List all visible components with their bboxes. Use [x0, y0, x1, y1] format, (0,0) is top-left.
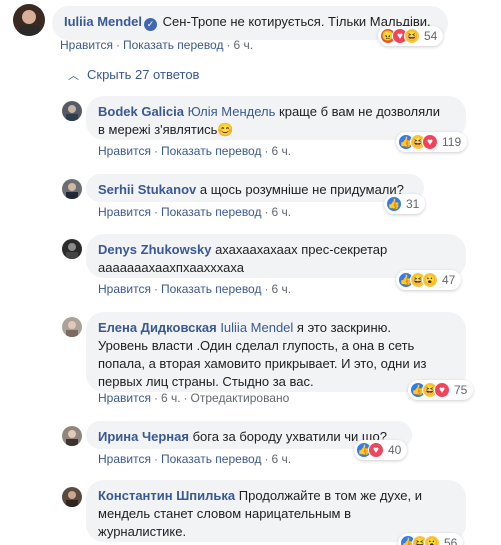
translate-link[interactable]: Показать перевод	[123, 38, 224, 52]
avatar[interactable]	[62, 239, 82, 259]
wow-reaction-icon: 😮	[422, 272, 438, 288]
like-link[interactable]: Нравится	[98, 205, 151, 219]
reaction-count: 40	[388, 443, 402, 457]
reaction-summary[interactable]: 👍 😆 ♥ 75	[408, 380, 474, 400]
reaction-summary[interactable]: 👍 😆 😮 47	[396, 270, 462, 290]
reaction-summary[interactable]: 👍 31	[384, 194, 426, 214]
reply-actions: Нравится · Показать перевод · 6 ч.	[98, 144, 292, 158]
reaction-summary[interactable]: 👍 😆 ♥ 119	[396, 132, 468, 152]
translate-link[interactable]: Показать перевод	[161, 282, 262, 296]
reaction-count: 75	[454, 383, 468, 397]
reaction-count: 47	[442, 273, 456, 287]
haha-reaction-icon: 😆	[404, 28, 420, 44]
comment-actions: Нравится · Показать перевод · 6 ч.	[60, 38, 254, 52]
comment-author[interactable]: Iuliia Mendel	[64, 14, 142, 29]
love-reaction-icon: ♥	[368, 442, 384, 458]
avatar[interactable]	[62, 179, 82, 199]
reply-bubble: Serhii Stukanov а щось розумніше не прид…	[86, 174, 424, 202]
love-reaction-icon: ♥	[422, 134, 438, 150]
reply-actions: Нравится · Показать перевод · 6 ч.	[98, 205, 292, 219]
hide-replies-link[interactable]: ︿ Скрыть 27 ответов	[68, 67, 199, 83]
reaction-count: 31	[406, 197, 420, 211]
translate-link[interactable]: Показать перевод	[161, 452, 262, 466]
reply-author[interactable]: Елена Дидковская	[98, 320, 217, 335]
like-link[interactable]: Нравится	[60, 38, 113, 52]
chevron-up-icon: ︿	[68, 70, 79, 82]
translate-link[interactable]: Показать перевод	[161, 205, 262, 219]
reaction-summary[interactable]: 👍 ♥ 40	[354, 440, 408, 460]
translate-link[interactable]: Показать перевод	[161, 144, 262, 158]
timestamp[interactable]: 6 ч.	[271, 452, 291, 466]
timestamp[interactable]: 6 ч.	[271, 144, 291, 158]
like-link[interactable]: Нравится	[98, 391, 151, 405]
like-link[interactable]: Нравится	[98, 144, 151, 158]
timestamp[interactable]: 6 ч.	[161, 391, 181, 405]
reply-author[interactable]: Bodek Galicia	[98, 104, 184, 119]
timestamp[interactable]: 6 ч.	[271, 205, 291, 219]
mention-link[interactable]: Юлія Мендель	[188, 104, 276, 119]
reply-actions: Нравится · Показать перевод · 6 ч.	[98, 282, 292, 296]
avatar[interactable]	[62, 101, 82, 121]
like-link[interactable]: Нравится	[98, 282, 151, 296]
reaction-count: 54	[424, 29, 438, 43]
reaction-count: 56	[444, 536, 458, 545]
avatar[interactable]	[62, 487, 82, 507]
reply-bubble: Елена Дидковская Iuliia Mendel я это зас…	[86, 312, 466, 392]
mention-link[interactable]: Iuliia Mendel	[220, 320, 293, 335]
reply-author[interactable]: Serhii Stukanov	[98, 182, 196, 197]
wow-reaction-icon: 😮	[424, 535, 440, 545]
love-reaction-icon: ♥	[434, 382, 450, 398]
reply-author[interactable]: Константин Шпилька	[98, 488, 235, 503]
reaction-summary[interactable]: 👍 😆 😮 56	[398, 533, 464, 545]
avatar[interactable]	[62, 426, 82, 446]
like-link[interactable]: Нравится	[98, 452, 151, 466]
reply-actions: Нравится · Показать перевод · 6 ч.	[98, 452, 292, 466]
avatar[interactable]	[62, 317, 82, 337]
timestamp[interactable]: 6 ч.	[271, 282, 291, 296]
reaction-summary[interactable]: 😠 ♥ 😆 54	[378, 26, 444, 46]
reply-actions: Нравится · 6 ч. · Отредактировано	[98, 391, 290, 405]
smile-emoji: 😊	[217, 122, 234, 137]
avatar[interactable]	[13, 4, 45, 36]
like-reaction-icon: 👍	[386, 196, 402, 212]
edited-label[interactable]: Отредактировано	[191, 391, 290, 405]
reply-author[interactable]: Ирина Черная	[98, 429, 189, 444]
reply-author[interactable]: Denys Zhukowsky	[98, 242, 211, 257]
reaction-count: 119	[442, 135, 462, 149]
verified-icon: ✓	[144, 18, 158, 31]
timestamp[interactable]: 6 ч.	[233, 38, 253, 52]
